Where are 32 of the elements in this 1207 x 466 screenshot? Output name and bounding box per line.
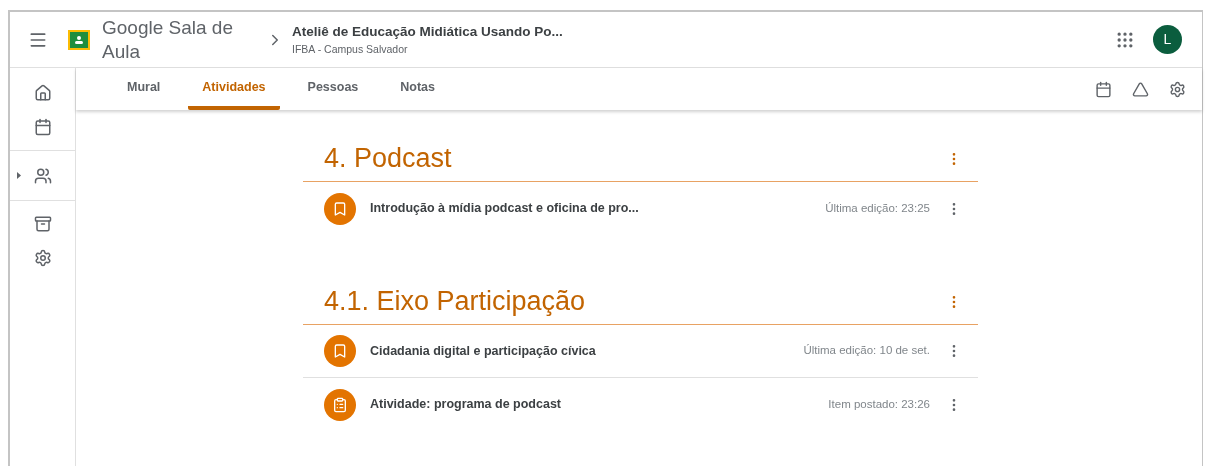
expand-caret-icon[interactable] (17, 172, 21, 179)
material-icon (324, 335, 356, 367)
classroom-logo-icon (68, 29, 90, 50)
item-title: Atividade: programa de podcast (370, 396, 561, 414)
tab[interactable]: Pessoas (293, 68, 373, 110)
class-name[interactable]: Ateliê de Educação Midiática Usando Po... (292, 21, 563, 42)
classwork-item[interactable]: Atividade: programa de podcast Item postado: 23:26 (303, 378, 978, 431)
item-title: Cidadania digital e participação cívica (370, 342, 596, 360)
home-icon[interactable] (33, 84, 52, 102)
settings-button[interactable] (1169, 80, 1186, 98)
tab[interactable]: Atividades (188, 68, 280, 110)
tab[interactable]: Notas (386, 68, 450, 110)
assignment-icon (324, 388, 356, 421)
class-subtitle: IFBA - Campus Salvador (292, 41, 409, 57)
app-name[interactable]: Google Sala de Aula (102, 15, 252, 64)
topic-title: 4.1. Eixo Participação (324, 285, 586, 319)
calendar-icon[interactable] (33, 118, 52, 136)
classwork-item[interactable]: Introdução à mídia podcast e oficina de pro... Última edição: 23:25 (303, 182, 978, 235)
item-meta: Última edição: 10 de set. (803, 343, 930, 359)
drive-folder-button[interactable] (1132, 80, 1149, 98)
item-meta: Última edição: 23:25 (825, 200, 930, 216)
settings-icon[interactable] (33, 249, 52, 267)
calendar-button[interactable] (1095, 80, 1112, 98)
material-icon (324, 192, 356, 225)
people-icon[interactable] (33, 166, 52, 185)
topic-title: 4. Podcast (324, 142, 452, 176)
item-meta: Item postado: 23:26 (828, 396, 930, 412)
classwork-item[interactable]: Cidadania digital e participação cívica Última edição: 10 de set. (303, 325, 978, 378)
item-title: Introdução à mídia podcast e oficina de pro... (370, 200, 639, 218)
tab[interactable]: Mural (113, 68, 175, 110)
avatar[interactable]: L (1153, 25, 1182, 54)
archive-icon[interactable] (33, 215, 52, 233)
